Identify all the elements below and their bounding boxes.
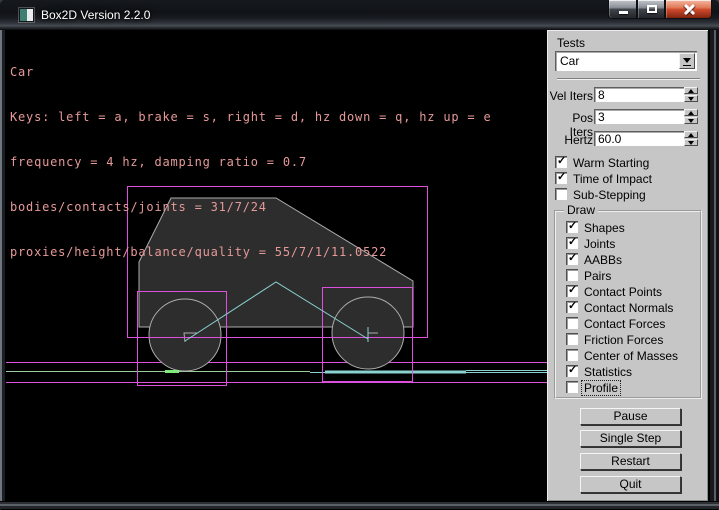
check-icon: ✓ bbox=[557, 154, 566, 167]
check-icon: ✓ bbox=[568, 219, 577, 232]
minimize-button[interactable] bbox=[608, 0, 637, 19]
restart-button[interactable]: Restart bbox=[580, 453, 681, 470]
quit-button[interactable]: Quit bbox=[580, 476, 681, 493]
center-of-masses-checkbox[interactable] bbox=[566, 349, 578, 361]
pairs-label: Pairs bbox=[584, 269, 611, 283]
window-title: Box2D Version 2.2.0 bbox=[41, 8, 150, 22]
chevron-down-icon bbox=[683, 58, 691, 63]
time-of-impact-checkbox[interactable]: ✓ bbox=[555, 172, 567, 184]
close-icon bbox=[683, 3, 696, 15]
spinner-down-button[interactable] bbox=[684, 139, 698, 146]
rear-wheel-shape[interactable] bbox=[149, 299, 221, 371]
test-select-value: Car bbox=[560, 54, 579, 68]
app-icon bbox=[19, 8, 34, 22]
statistics-checkbox[interactable]: ✓ bbox=[566, 365, 578, 377]
bodies-stats-text: bodies/contacts/joints = 31/7/24 bbox=[10, 200, 491, 215]
contact-normals-checkbox[interactable]: ✓ bbox=[566, 301, 578, 313]
contact-forces-checkbox[interactable] bbox=[566, 317, 578, 329]
maximize-button[interactable] bbox=[637, 0, 665, 19]
warm-starting-label: Warm Starting bbox=[573, 156, 649, 170]
friction-forces-label: Friction Forces bbox=[584, 333, 663, 347]
hertz-label: Hertz bbox=[549, 133, 593, 147]
aabbs-checkbox[interactable]: ✓ bbox=[566, 253, 578, 265]
arrow-down-icon bbox=[688, 119, 694, 123]
minimize-icon bbox=[619, 11, 628, 14]
statistics-label: Statistics bbox=[584, 365, 632, 379]
control-panel: Tests Car Vel Iters Pos Iters Hertz bbox=[547, 30, 708, 501]
sub-stepping-checkbox[interactable] bbox=[555, 188, 567, 200]
vel-iters-input[interactable] bbox=[594, 87, 684, 102]
contact-normals-label: Contact Normals bbox=[584, 301, 673, 315]
profile-checkbox[interactable] bbox=[566, 381, 578, 393]
test-select-dropdown[interactable]: Car bbox=[555, 51, 697, 71]
joints-checkbox[interactable]: ✓ bbox=[566, 237, 578, 249]
contact-points-label: Contact Points bbox=[584, 285, 662, 299]
arrow-down-icon bbox=[688, 141, 694, 145]
friction-forces-checkbox[interactable] bbox=[566, 333, 578, 345]
keys-help-text: Keys: left = a, brake = s, right = d, hz… bbox=[10, 110, 491, 125]
hertz-spinner bbox=[684, 131, 698, 146]
spinner-up-button[interactable] bbox=[684, 109, 698, 116]
profile-label: Profile bbox=[582, 381, 620, 395]
pause-button[interactable]: Pause bbox=[580, 408, 681, 425]
time-of-impact-label: Time of Impact bbox=[573, 172, 652, 186]
vel-iters-spinner bbox=[684, 87, 698, 102]
sub-stepping-label: Sub-Stepping bbox=[573, 188, 646, 202]
window-border-right bbox=[708, 30, 719, 501]
vel-iters-label: Vel Iters bbox=[549, 89, 593, 103]
proxies-stats-text: proxies/height/balance/quality = 55/7/1/… bbox=[10, 245, 491, 260]
aabbs-label: AABBs bbox=[584, 253, 622, 267]
arrow-up-icon bbox=[688, 89, 694, 93]
window-border-left bbox=[0, 30, 6, 501]
pos-iters-input[interactable] bbox=[594, 109, 684, 124]
maximize-icon bbox=[647, 5, 657, 13]
separator bbox=[557, 78, 700, 80]
spinner-up-button[interactable] bbox=[684, 131, 698, 138]
shapes-label: Shapes bbox=[584, 221, 625, 235]
caption-buttons bbox=[608, 0, 712, 19]
tests-label: Tests bbox=[557, 36, 585, 50]
simulation-canvas[interactable]: Car Keys: left = a, brake = s, right = d… bbox=[6, 30, 547, 501]
app-window: Box2D Version 2.2.0 bbox=[0, 0, 719, 510]
title-bar[interactable]: Box2D Version 2.2.0 bbox=[0, 0, 719, 30]
test-title-text: Car bbox=[10, 65, 491, 80]
close-button[interactable] bbox=[665, 0, 712, 19]
debug-text-block: Car Keys: left = a, brake = s, right = d… bbox=[10, 35, 491, 290]
frequency-text: frequency = 4 hz, damping ratio = 0.7 bbox=[10, 155, 491, 170]
contact-forces-label: Contact Forces bbox=[584, 317, 665, 331]
joints-label: Joints bbox=[584, 237, 615, 251]
spinner-down-button[interactable] bbox=[684, 95, 698, 102]
arrow-down-icon bbox=[688, 97, 694, 101]
window-border-bottom bbox=[0, 501, 719, 510]
hertz-input[interactable] bbox=[594, 131, 684, 146]
draw-group-label: Draw bbox=[564, 203, 598, 217]
spinner-up-button[interactable] bbox=[684, 87, 698, 94]
check-icon: ✓ bbox=[568, 299, 577, 312]
check-icon: ✓ bbox=[568, 363, 577, 376]
check-icon: ✓ bbox=[557, 170, 566, 183]
contact-points-checkbox[interactable]: ✓ bbox=[566, 285, 578, 297]
arrow-up-icon bbox=[688, 133, 694, 137]
shapes-checkbox[interactable]: ✓ bbox=[566, 221, 578, 233]
single-step-button[interactable]: Single Step bbox=[580, 430, 681, 447]
warm-starting-checkbox[interactable]: ✓ bbox=[555, 156, 567, 168]
check-icon: ✓ bbox=[568, 251, 577, 264]
spinner-down-button[interactable] bbox=[684, 117, 698, 124]
arrow-up-icon bbox=[688, 111, 694, 115]
check-icon: ✓ bbox=[568, 283, 577, 296]
center-of-masses-label: Center of Masses bbox=[584, 349, 678, 363]
check-icon: ✓ bbox=[568, 235, 577, 248]
pos-iters-spinner bbox=[684, 109, 698, 124]
dropdown-button[interactable] bbox=[679, 53, 695, 69]
pairs-checkbox[interactable] bbox=[566, 269, 578, 281]
